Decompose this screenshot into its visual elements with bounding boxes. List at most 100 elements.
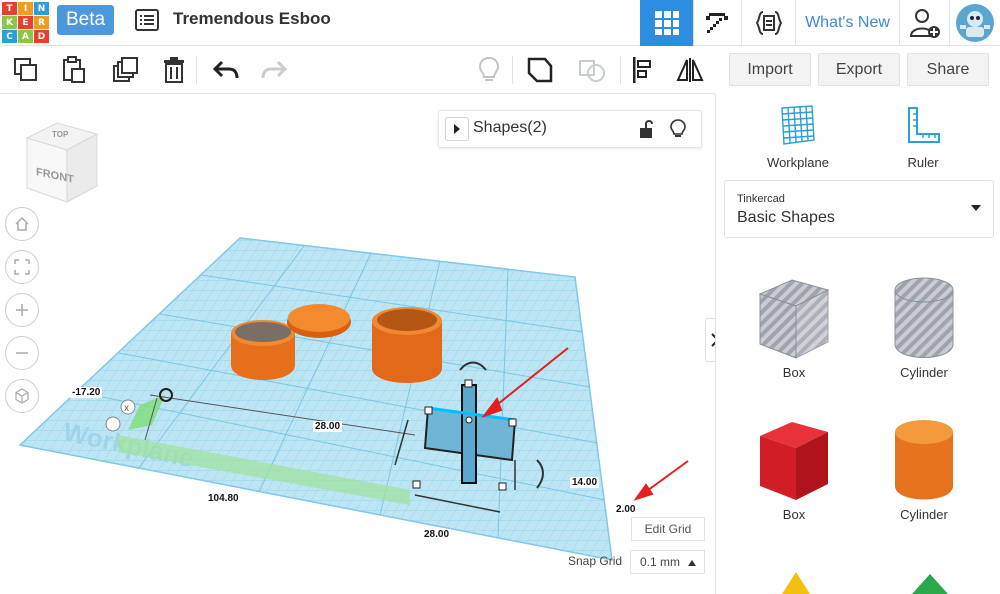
mirror-button[interactable] <box>668 46 712 94</box>
add-user-button[interactable] <box>899 0 949 46</box>
library-provider: Tinkercad <box>737 193 785 205</box>
workplane-scene[interactable]: Workplane <box>0 95 715 594</box>
cup-shape[interactable] <box>231 320 295 380</box>
lightbulb-icon <box>478 56 500 81</box>
duplicate-button[interactable] <box>103 46 147 94</box>
shape-label: Box <box>782 507 806 522</box>
lock-button[interactable] <box>638 119 658 141</box>
logo-letter: D <box>34 30 49 43</box>
zoom-in-button[interactable] <box>5 293 39 327</box>
pickaxe-icon <box>705 13 728 33</box>
logo-letter: C <box>2 30 17 43</box>
top-bar: TINKERCAD Beta Tremendous Esboo What's N… <box>0 0 1000 46</box>
ruler-label: Ruler <box>907 155 939 170</box>
caret-down-icon <box>971 205 981 211</box>
dimension-length-a[interactable]: 28.00 <box>313 421 343 432</box>
copy-button[interactable] <box>4 46 48 94</box>
shape-tool-button[interactable] <box>518 46 562 94</box>
tinkercad-logo[interactable]: TIN KER CAD <box>2 2 49 43</box>
cube-outline-icon <box>15 388 29 404</box>
shapes-panel: Workplane Ruler Tinkercad Basic Shapes B… <box>715 94 1000 594</box>
shape-item-box[interactable]: Box <box>744 416 844 522</box>
share-button[interactable]: Share <box>907 53 989 86</box>
align-icon <box>633 57 651 83</box>
snap-grid-label: Snap Grid <box>568 554 623 568</box>
perspective-button[interactable] <box>5 379 39 413</box>
blocks-view-button[interactable] <box>693 0 741 46</box>
ruler-icon <box>908 107 940 143</box>
logo-letter: I <box>18 2 33 15</box>
home-icon <box>15 216 29 231</box>
import-button[interactable]: Import <box>729 53 811 86</box>
home-view-button[interactable] <box>5 207 39 241</box>
delete-button[interactable] <box>152 46 196 94</box>
shape-item-cylinder-hole[interactable]: Cylinder <box>874 274 974 380</box>
caret-up-icon <box>688 560 696 566</box>
export-button[interactable]: Export <box>818 53 900 86</box>
view-cube[interactable]: TOP FRONT <box>22 120 102 205</box>
robot-avatar-icon <box>956 4 994 42</box>
fit-view-button[interactable] <box>5 250 39 284</box>
3d-viewport[interactable]: Workplane <box>0 95 715 594</box>
caret-right-icon <box>454 124 460 134</box>
project-title[interactable]: Tremendous Esboo <box>173 9 331 29</box>
hide-shape-button[interactable] <box>670 119 690 141</box>
view-cube-top-label: TOP <box>52 130 69 139</box>
shapes-inspector-title: Shapes(2) <box>473 119 547 136</box>
code-blocks-icon <box>755 11 782 35</box>
3d-design-view-button[interactable] <box>640 0 693 46</box>
paste-button[interactable] <box>52 46 96 94</box>
project-list-icon[interactable] <box>134 8 160 32</box>
align-button[interactable] <box>620 46 664 94</box>
logo-letter: K <box>2 16 17 29</box>
pyramid-yellow-icon <box>782 572 810 594</box>
lid-shape[interactable] <box>287 304 351 338</box>
shape-item-cylinder[interactable]: Cylinder <box>874 416 974 522</box>
note-shape-icon <box>527 57 553 83</box>
logo-letter: E <box>18 16 33 29</box>
codeblocks-view-button[interactable] <box>741 0 795 46</box>
mirror-icon <box>676 58 704 82</box>
hide-button[interactable] <box>467 46 511 94</box>
workplane-icon <box>781 105 815 145</box>
svg-text:x: x <box>124 403 129 414</box>
copy-icon <box>14 58 37 81</box>
beta-badge[interactable]: Beta <box>57 5 114 35</box>
fit-view-icon <box>14 259 30 275</box>
dimension-elevation[interactable]: 2.00 <box>614 504 638 515</box>
ruler-tool[interactable]: Ruler <box>873 104 973 170</box>
redo-button[interactable] <box>252 46 296 94</box>
workplane-tool[interactable]: Workplane <box>748 104 848 170</box>
whats-new-link[interactable]: What's New <box>795 0 899 46</box>
dimension-length-b[interactable]: 104.80 <box>206 493 241 504</box>
lightbulb-icon <box>670 119 686 137</box>
dimension-length-c[interactable]: 28.00 <box>422 529 452 540</box>
box-striped-icon <box>758 279 830 359</box>
cylinder-shape[interactable] <box>372 307 442 383</box>
undo-icon <box>213 60 239 79</box>
logo-letter: T <box>2 2 17 15</box>
user-avatar[interactable] <box>949 0 1000 46</box>
group-button[interactable] <box>570 46 614 94</box>
shape-label: Cylinder <box>900 507 948 522</box>
shape-library-select[interactable]: Tinkercad Basic Shapes <box>724 180 994 238</box>
dimension-x-offset[interactable]: -17.20 <box>70 387 103 398</box>
duplicate-icon <box>113 57 138 82</box>
shape-label: Box <box>782 365 806 380</box>
redo-icon <box>261 60 287 79</box>
unlock-icon <box>640 120 653 138</box>
group-icon <box>579 60 605 82</box>
shape-item-box-hole[interactable]: Box <box>744 274 844 380</box>
grid-view-icon <box>654 11 679 35</box>
expand-inspector-button[interactable] <box>445 117 469 141</box>
zoom-out-button[interactable] <box>5 336 39 370</box>
snap-grid-select[interactable]: 0.1 mm <box>630 550 705 574</box>
add-user-icon <box>909 9 940 38</box>
undo-button[interactable] <box>204 46 248 94</box>
edit-grid-button[interactable]: Edit Grid <box>631 517 705 541</box>
box-red-icon <box>760 422 828 500</box>
dimension-height[interactable]: 14.00 <box>570 477 600 488</box>
shape-label: Cylinder <box>900 365 948 380</box>
toolbar-divider <box>512 56 513 84</box>
logo-letter: R <box>34 16 49 29</box>
